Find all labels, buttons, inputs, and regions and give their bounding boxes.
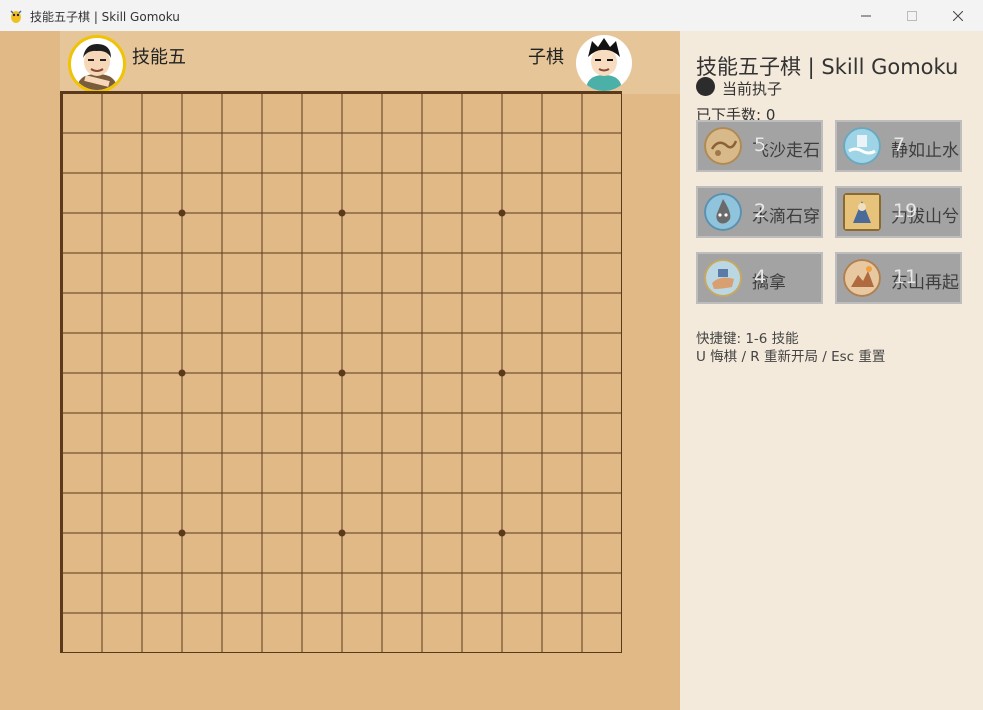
- sandstorm-icon: [704, 127, 742, 165]
- skill-button-5[interactable]: 擒拿 4: [696, 252, 823, 304]
- gomoku-board[interactable]: [60, 91, 622, 653]
- player-left-name: 技能五: [132, 47, 186, 68]
- maximize-button[interactable]: [889, 0, 935, 31]
- skill-count: 11: [893, 266, 918, 288]
- water-drop-icon: [704, 193, 742, 231]
- mountain-lift-icon: [843, 193, 881, 231]
- player-right-name: 子棋: [528, 47, 564, 68]
- comeback-icon: [843, 259, 881, 297]
- player-right-avatar: [576, 35, 632, 91]
- current-stone-indicator: [696, 77, 715, 96]
- star-point: [498, 209, 506, 217]
- still-water-icon: [843, 127, 881, 165]
- star-point: [338, 209, 346, 217]
- star-point: [338, 529, 346, 537]
- hotkey-hint-controls: U 悔棋 / R 重新开局 / Esc 重置: [696, 349, 886, 365]
- skill-button-6[interactable]: 东山再起 11: [835, 252, 962, 304]
- skill-count: 19: [893, 200, 918, 222]
- hotkey-hint-skills: 快捷键: 1-6 技能: [696, 331, 799, 347]
- close-button[interactable]: [935, 0, 981, 31]
- star-point: [498, 369, 506, 377]
- game-canvas: 技能五 子棋 技能五子棋 | Skill Gomoku 当前执子 已下手数: 0: [0, 31, 983, 710]
- window-title: 技能五子棋 | Skill Gomoku: [30, 10, 180, 24]
- maximize-icon: [907, 10, 917, 21]
- minimize-button[interactable]: [843, 0, 889, 31]
- star-point: [178, 209, 186, 217]
- skill-count: 7: [893, 134, 906, 156]
- player-right-avatar-image: [576, 35, 632, 91]
- skill-count: 2: [754, 200, 767, 222]
- player-left-avatar: [68, 35, 126, 93]
- board-area: 技能五 子棋: [0, 31, 680, 710]
- skill-button-2[interactable]: 静如止水 7: [835, 120, 962, 172]
- grapple-icon: [704, 259, 742, 297]
- player-left-avatar-image: [71, 38, 123, 90]
- star-point: [338, 369, 346, 377]
- skill-button-4[interactable]: 力拔山兮 19: [835, 186, 962, 238]
- skill-count: 5: [754, 134, 767, 156]
- star-point: [498, 529, 506, 537]
- skill-button-1[interactable]: 飞沙走石 5: [696, 120, 823, 172]
- side-panel: 技能五子棋 | Skill Gomoku 当前执子 已下手数: 0 飞沙走石 5…: [680, 31, 983, 710]
- star-point: [178, 369, 186, 377]
- minimize-icon: [861, 15, 871, 16]
- close-icon: [953, 10, 963, 21]
- skill-count: 4: [754, 266, 767, 288]
- pygame-snake-icon: [10, 10, 22, 23]
- turn-label: 当前执子: [722, 80, 783, 98]
- window-titlebar: 技能五子棋 | Skill Gomoku: [0, 0, 983, 32]
- panel-title: 技能五子棋 | Skill Gomoku: [696, 55, 959, 79]
- star-point: [178, 529, 186, 537]
- skill-button-3[interactable]: 水滴石穿 2: [696, 186, 823, 238]
